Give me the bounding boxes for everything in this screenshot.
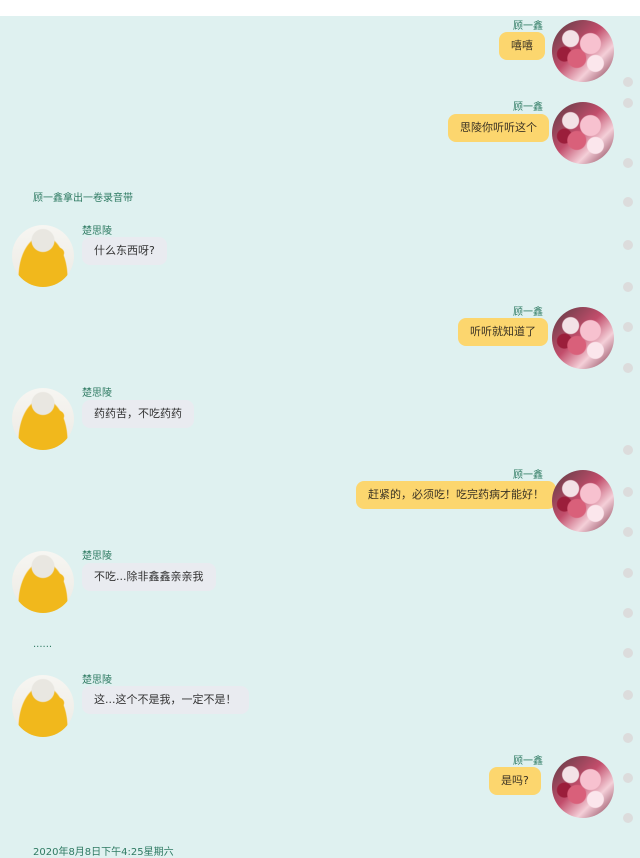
scroll-dot xyxy=(623,568,633,578)
sender-name: 楚思陵 xyxy=(82,226,112,237)
sender-name: 楚思陵 xyxy=(82,675,112,686)
scroll-dot xyxy=(623,445,633,455)
sender-name: 顾一鑫 xyxy=(513,21,543,32)
avatar[interactable] xyxy=(12,675,74,737)
sender-name: 顾一鑫 xyxy=(513,307,543,318)
scroll-dot xyxy=(623,322,633,332)
scroll-dot xyxy=(623,98,633,108)
top-bar xyxy=(0,0,640,16)
scroll-dot xyxy=(623,773,633,783)
scroll-dot xyxy=(623,487,633,497)
avatar[interactable] xyxy=(552,470,614,532)
scroll-dot xyxy=(623,158,633,168)
avatar[interactable] xyxy=(552,20,614,82)
scroll-dot xyxy=(623,733,633,743)
message-bubble[interactable]: 什么东西呀? xyxy=(82,237,167,265)
message-bubble[interactable]: 药药苦，不吃药药 xyxy=(82,400,194,428)
avatar[interactable] xyxy=(12,551,74,613)
message-bubble[interactable]: 嘻嘻 xyxy=(499,32,545,60)
scroll-dot xyxy=(623,813,633,823)
message-bubble[interactable]: 赶紧的，必须吃！吃完药病才能好！ xyxy=(356,481,556,509)
message-bubble[interactable]: 听听就知道了 xyxy=(458,318,548,346)
avatar[interactable] xyxy=(12,225,74,287)
avatar[interactable] xyxy=(552,307,614,369)
sender-name: 顾一鑫 xyxy=(513,470,543,481)
avatar[interactable] xyxy=(552,102,614,164)
message-bubble[interactable]: 思陵你听听这个 xyxy=(448,114,549,142)
scroll-dot xyxy=(623,363,633,373)
sender-name: 顾一鑫 xyxy=(513,756,543,767)
narration-text: ...... xyxy=(33,639,53,650)
scroll-dot xyxy=(623,648,633,658)
scroll-dot xyxy=(623,77,633,87)
scroll-dot xyxy=(623,282,633,292)
message-bubble[interactable]: 不吃...除非鑫鑫亲亲我 xyxy=(82,563,216,591)
scroll-dot xyxy=(623,197,633,207)
scroll-dot xyxy=(623,240,633,250)
timestamp: 2020年8月8日下午4:25星期六 xyxy=(33,847,174,858)
avatar[interactable] xyxy=(12,388,74,450)
sender-name: 楚思陵 xyxy=(82,388,112,399)
scroll-dot xyxy=(623,690,633,700)
message-bubble[interactable]: 这...这个不是我，一定不是！ xyxy=(82,686,249,714)
narration-text: 顾一鑫拿出一卷录音带 xyxy=(33,193,133,204)
message-bubble[interactable]: 是吗? xyxy=(489,767,541,795)
avatar[interactable] xyxy=(552,756,614,818)
scroll-dot xyxy=(623,608,633,618)
scroll-dot xyxy=(623,527,633,537)
sender-name: 楚思陵 xyxy=(82,551,112,562)
sender-name: 顾一鑫 xyxy=(513,102,543,113)
